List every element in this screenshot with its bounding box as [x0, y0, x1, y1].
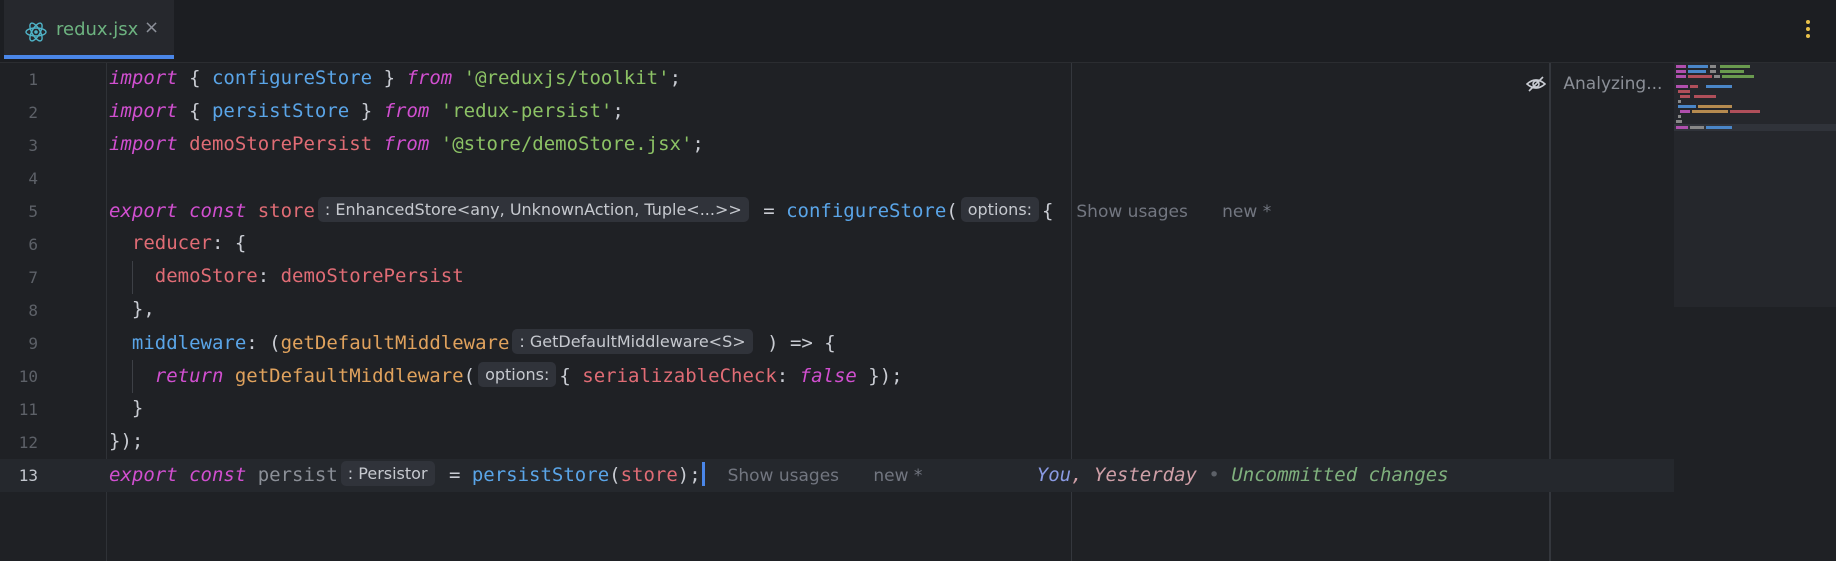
new-badge: new *	[1222, 202, 1272, 222]
line-number: 6	[28, 235, 38, 254]
line-number: 1	[28, 70, 38, 89]
tab-bar: redux.jsx ×	[0, 0, 1836, 63]
line-number: 11	[18, 400, 38, 419]
git-blame-annotation: You, Yesterday • Uncommitted changes	[1036, 464, 1449, 486]
code-line[interactable]: 7 demoStore: demoStorePersist	[0, 261, 1674, 294]
new-badge: new *	[873, 466, 923, 486]
type-hint: : Persistor	[340, 461, 435, 486]
line-number: 12	[18, 433, 38, 452]
show-usages-link[interactable]: Show usages	[1076, 202, 1187, 222]
code-line[interactable]: 2 import { persistStore } from 'redux-pe…	[0, 96, 1674, 129]
line-number: 10	[18, 367, 38, 386]
code-line[interactable]: 12 });	[0, 426, 1674, 459]
code-line[interactable]: 6 reducer: {	[0, 228, 1674, 261]
text-cursor	[701, 461, 705, 486]
line-number: 8	[28, 301, 38, 320]
tab-redux-jsx[interactable]: redux.jsx ×	[4, 0, 174, 59]
code-line[interactable]: 1 import { configureStore } from '@redux…	[0, 63, 1674, 96]
line-number: 3	[28, 136, 38, 155]
code-line[interactable]: 11 }	[0, 393, 1674, 426]
close-icon[interactable]: ×	[144, 17, 159, 38]
code-line[interactable]: 5 export const store: EnhancedStore<any,…	[0, 195, 1674, 228]
line-number: 2	[28, 103, 38, 122]
more-options-icon[interactable]	[1805, 20, 1811, 40]
minimap[interactable]	[1674, 63, 1836, 307]
code-line[interactable]: 10 return getDefaultMiddleware(options:{…	[0, 360, 1674, 393]
code-line-current[interactable]: 13 export const persist: Persistor = per…	[0, 459, 1674, 492]
show-usages-link[interactable]: Show usages	[728, 466, 839, 486]
code-line[interactable]: 3 import demoStorePersist from '@store/d…	[0, 129, 1674, 162]
line-number: 4	[28, 169, 38, 188]
line-number: 13	[18, 466, 38, 485]
param-hint: options:	[960, 197, 1040, 222]
line-number: 5	[28, 202, 38, 221]
code-line[interactable]: 4	[0, 162, 1674, 195]
type-hint: : EnhancedStore<any, UnknownAction, Tupl…	[317, 197, 749, 222]
line-number: 9	[28, 334, 38, 353]
tab-label: redux.jsx	[56, 19, 139, 40]
code-line[interactable]: 9 middleware: (getDefaultMiddleware: Get…	[0, 327, 1674, 360]
code-line[interactable]: 8 },	[0, 294, 1674, 327]
type-hint: : GetDefaultMiddleware<S>	[512, 329, 753, 354]
line-number: 7	[28, 268, 38, 287]
react-icon	[24, 20, 48, 44]
param-hint: options:	[478, 362, 557, 387]
code-editor[interactable]: Analyzing... 1 import { configureStore }…	[0, 63, 1836, 561]
